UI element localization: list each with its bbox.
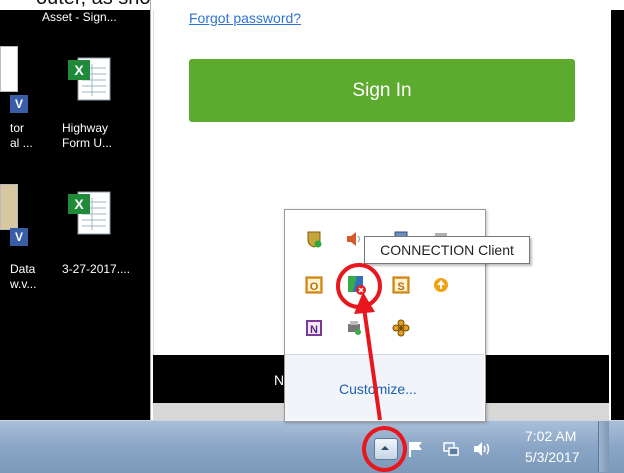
desktop-icon-label[interactable]: Highway Form U... (62, 121, 112, 151)
label-line: tor (10, 121, 25, 135)
desktop-right-edge (609, 10, 624, 420)
update-icon[interactable] (432, 276, 450, 294)
highlight-circle-tray (362, 426, 407, 472)
desktop-icon-label[interactable]: Data w.v... (10, 262, 36, 292)
flag-icon[interactable] (408, 440, 424, 458)
volume-icon[interactable] (472, 440, 492, 458)
shield-icon[interactable] (305, 230, 323, 248)
outlook-icon[interactable]: O (305, 276, 323, 294)
label-line: Highway (62, 121, 109, 135)
red-arrow-annotation (354, 292, 382, 421)
label-line: al ... (10, 136, 33, 150)
shortcut-badge-icon: V (10, 228, 28, 246)
forgot-password-link[interactable]: Forgot password? (189, 10, 301, 26)
svg-text:X: X (74, 196, 84, 212)
svg-text:N: N (310, 324, 318, 336)
network-tray-icon[interactable] (442, 440, 460, 458)
svg-text:O: O (310, 281, 319, 293)
connection-client-tooltip: CONNECTION Client (364, 236, 530, 264)
clock-time[interactable]: 7:02 AM (525, 428, 576, 444)
onenote-icon[interactable]: N (305, 319, 323, 337)
svg-text:X: X (74, 62, 84, 78)
label-line: Data (10, 262, 36, 276)
show-desktop-button[interactable] (598, 421, 609, 472)
speaker-icon[interactable] (345, 230, 363, 248)
excel-file-icon[interactable]: X (66, 54, 112, 104)
desktop-icon-label[interactable]: 3-27-2017.... (62, 262, 130, 277)
sign-in-button[interactable]: Sign In (189, 59, 575, 122)
shortcut-badge-icon: V (10, 95, 28, 113)
desktop-icon-label[interactable]: tor al ... (10, 121, 33, 151)
clock-date[interactable]: 5/3/2017 (525, 449, 580, 465)
partial-file-icon[interactable] (0, 46, 18, 92)
footer-bar-text: N (274, 372, 285, 388)
excel-file-icon[interactable]: X (66, 188, 112, 238)
desktop-icon-label[interactable]: Asset - Sign... (42, 10, 117, 25)
label-line: w.v... (10, 277, 37, 291)
partial-file-icon[interactable] (0, 184, 18, 230)
label-line: Form U... (62, 136, 112, 150)
